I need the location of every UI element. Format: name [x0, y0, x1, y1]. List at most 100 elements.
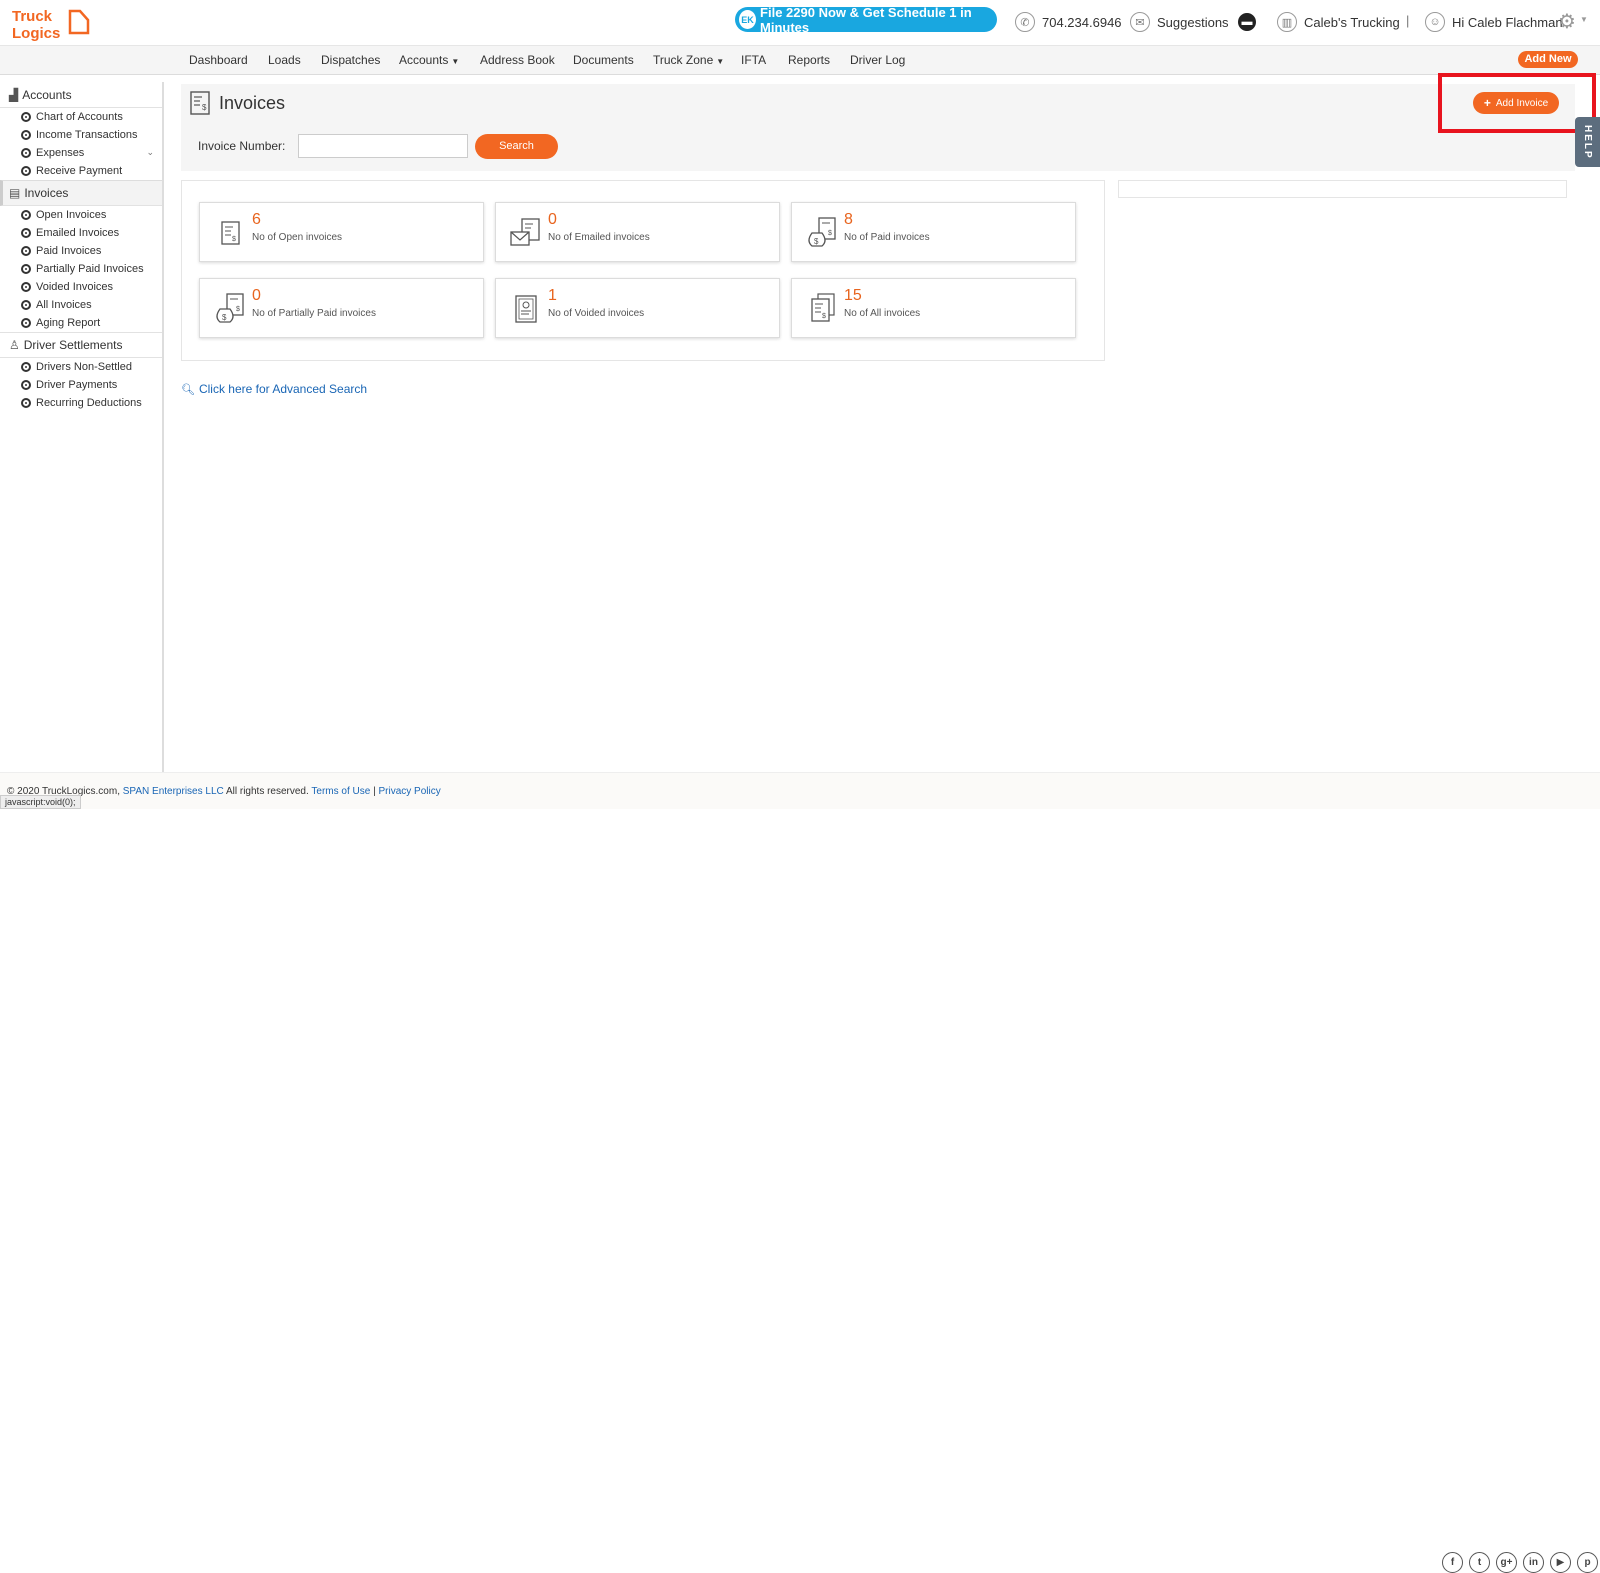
svg-text:$: $ — [814, 237, 819, 246]
caret-down-icon: ▼ — [451, 57, 460, 66]
company-label: Caleb's Trucking — [1304, 14, 1400, 30]
advanced-search-link[interactable]: 🔍︎ Click here for Advanced Search — [181, 382, 367, 396]
svg-text:$: $ — [822, 313, 826, 320]
sidebar-settlements-label: Driver Settlements — [23, 338, 123, 352]
terms-link[interactable]: Terms of Use — [311, 786, 370, 797]
nav-reports[interactable]: Reports — [788, 53, 830, 67]
sidebar-item-open-invoices[interactable]: Open Invoices — [0, 206, 162, 224]
nav-dispatches[interactable]: Dispatches — [321, 53, 380, 67]
nav-driver-log[interactable]: Driver Log — [850, 53, 905, 67]
file-2290-promo-button[interactable]: EK File 2290 Now & Get Schedule 1 in Min… — [735, 5, 997, 35]
svg-text:$: $ — [236, 306, 240, 313]
user-menu[interactable]: ☺ Hi Caleb Flachman — [1425, 11, 1563, 33]
bullet-icon — [21, 300, 31, 310]
nav-ifta[interactable]: IFTA — [741, 53, 766, 67]
bullet-icon — [21, 228, 31, 238]
company-switcher[interactable]: ▥ Caleb's Trucking — [1277, 11, 1400, 33]
bullet-icon — [21, 148, 31, 158]
invoice-number-input[interactable] — [298, 134, 468, 158]
envelope-icon: ✉ — [1130, 12, 1150, 32]
trucklogics-logo[interactable]: Truck Logics — [10, 5, 90, 43]
sidebar-item-label: Voided Invoices — [36, 281, 114, 293]
stat-label: No of Emailed invoices — [548, 232, 650, 243]
highlight-annotation — [1438, 73, 1596, 133]
stat-card-paid[interactable]: $ $ 8 No of Paid invoices — [791, 202, 1076, 262]
sidebar-item-voided-invoices[interactable]: Voided Invoices — [0, 278, 162, 296]
header-separator: | — [1406, 13, 1410, 28]
bullet-icon — [21, 210, 31, 220]
sidebar-item-label: Income Transactions — [36, 129, 138, 141]
settings-gear-icon[interactable]: ⚙ — [1558, 9, 1576, 34]
nav-documents[interactable]: Documents — [573, 53, 634, 67]
privacy-link[interactable]: Privacy Policy — [378, 786, 440, 797]
sidebar-item-aging-report[interactable]: Aging Report — [0, 314, 162, 332]
chat-icon: ▬ — [1238, 13, 1256, 31]
footer: © 2020 TruckLogics.com, SPAN Enterprises… — [0, 772, 1600, 1573]
company-link[interactable]: SPAN Enterprises LLC — [123, 786, 224, 797]
google-plus-icon[interactable]: g+ — [1496, 1552, 1517, 1573]
nav-loads[interactable]: Loads — [268, 53, 301, 67]
bullet-icon — [21, 398, 31, 408]
driver-settlement-icon: ♙ — [9, 338, 20, 352]
sidebar-item-expenses[interactable]: Expenses ⌄ — [0, 144, 162, 162]
sidebar: ▟ Accounts Chart of Accounts Income Tran… — [0, 82, 164, 772]
add-new-button[interactable]: Add New — [1518, 51, 1578, 68]
invoice-number-label: Invoice Number: — [198, 139, 286, 153]
stat-card-emailed[interactable]: 0 No of Emailed invoices — [495, 202, 780, 262]
sidebar-item-partially-paid-invoices[interactable]: Partially Paid Invoices — [0, 260, 162, 278]
sidebar-item-receive-payment[interactable]: Receive Payment — [0, 162, 162, 180]
svg-text:Truck: Truck — [12, 8, 53, 25]
sidebar-section-invoices[interactable]: ▤ Invoices — [0, 180, 162, 206]
stat-card-voided[interactable]: 1 No of Voided invoices — [495, 278, 780, 338]
sidebar-section-accounts[interactable]: ▟ Accounts — [0, 82, 162, 108]
pinterest-icon[interactable]: p — [1577, 1552, 1598, 1573]
page-title: Invoices — [219, 93, 286, 113]
sidebar-item-label: Emailed Invoices — [36, 227, 120, 239]
nav-accounts[interactable]: Accounts ▼ — [399, 53, 459, 67]
svg-text:Logics: Logics — [12, 25, 60, 42]
twitter-icon[interactable]: t — [1469, 1552, 1490, 1573]
bullet-icon — [21, 282, 31, 292]
sidebar-item-label: Driver Payments — [36, 379, 118, 391]
youtube-icon[interactable]: ▶ — [1550, 1552, 1571, 1573]
invoice-doc-icon: $ — [190, 91, 210, 115]
suggestions-link[interactable]: ✉ Suggestions — [1130, 11, 1229, 33]
settings-caret-icon[interactable]: ▼ — [1580, 15, 1588, 24]
stat-card-all[interactable]: $ 15 No of All invoices — [791, 278, 1076, 338]
bullet-icon — [21, 380, 31, 390]
sidebar-item-drivers-non-settled[interactable]: Drivers Non-Settled — [0, 358, 162, 376]
sidebar-item-driver-payments[interactable]: Driver Payments — [0, 376, 162, 394]
linkedin-icon[interactable]: in — [1523, 1552, 1544, 1573]
accounts-chart-icon: ▟ — [9, 87, 19, 102]
help-tab[interactable]: HELP — [1575, 117, 1600, 167]
side-info-panel — [1118, 180, 1567, 198]
rights-text: All rights reserved. — [225, 786, 309, 797]
sidebar-item-emailed-invoices[interactable]: Emailed Invoices — [0, 224, 162, 242]
bullet-icon — [21, 246, 31, 256]
bullet-icon — [21, 362, 31, 372]
facebook-icon[interactable]: f — [1442, 1552, 1463, 1573]
nav-dashboard[interactable]: Dashboard — [189, 53, 248, 67]
sidebar-item-paid-invoices[interactable]: Paid Invoices — [0, 242, 162, 260]
advanced-search-label: Click here for Advanced Search — [198, 382, 368, 396]
expresstrucktax-icon: EK — [739, 10, 757, 29]
caret-down-icon: ▼ — [716, 57, 725, 66]
sidebar-section-driver-settlements[interactable]: ♙ Driver Settlements — [0, 332, 162, 358]
chat-button[interactable]: ▬ — [1238, 11, 1263, 33]
stat-value: 0 — [548, 211, 557, 228]
nav-truck-zone[interactable]: Truck Zone ▼ — [653, 53, 724, 67]
sidebar-item-recurring-deductions[interactable]: Recurring Deductions — [0, 394, 162, 412]
stat-card-partially-paid[interactable]: $ $ 0 No of Partially Paid invoices — [199, 278, 484, 338]
top-header: Truck Logics EK File 2290 Now & Get Sche… — [0, 0, 1600, 46]
search-button[interactable]: Search — [475, 134, 558, 159]
svg-text:$: $ — [828, 230, 832, 237]
sidebar-item-all-invoices[interactable]: All Invoices — [0, 296, 162, 314]
chevron-down-icon[interactable]: ⌄ — [146, 147, 154, 158]
stat-value: 15 — [844, 287, 862, 304]
phone-number[interactable]: ✆ 704.234.6946 — [1015, 11, 1122, 33]
sidebar-item-income-transactions[interactable]: Income Transactions — [0, 126, 162, 144]
nav-truck-zone-label: Truck Zone — [653, 53, 714, 67]
stat-card-open[interactable]: $ 6 No of Open invoices — [199, 202, 484, 262]
sidebar-item-chart-of-accounts[interactable]: Chart of Accounts — [0, 108, 162, 126]
nav-address-book[interactable]: Address Book — [480, 53, 555, 67]
